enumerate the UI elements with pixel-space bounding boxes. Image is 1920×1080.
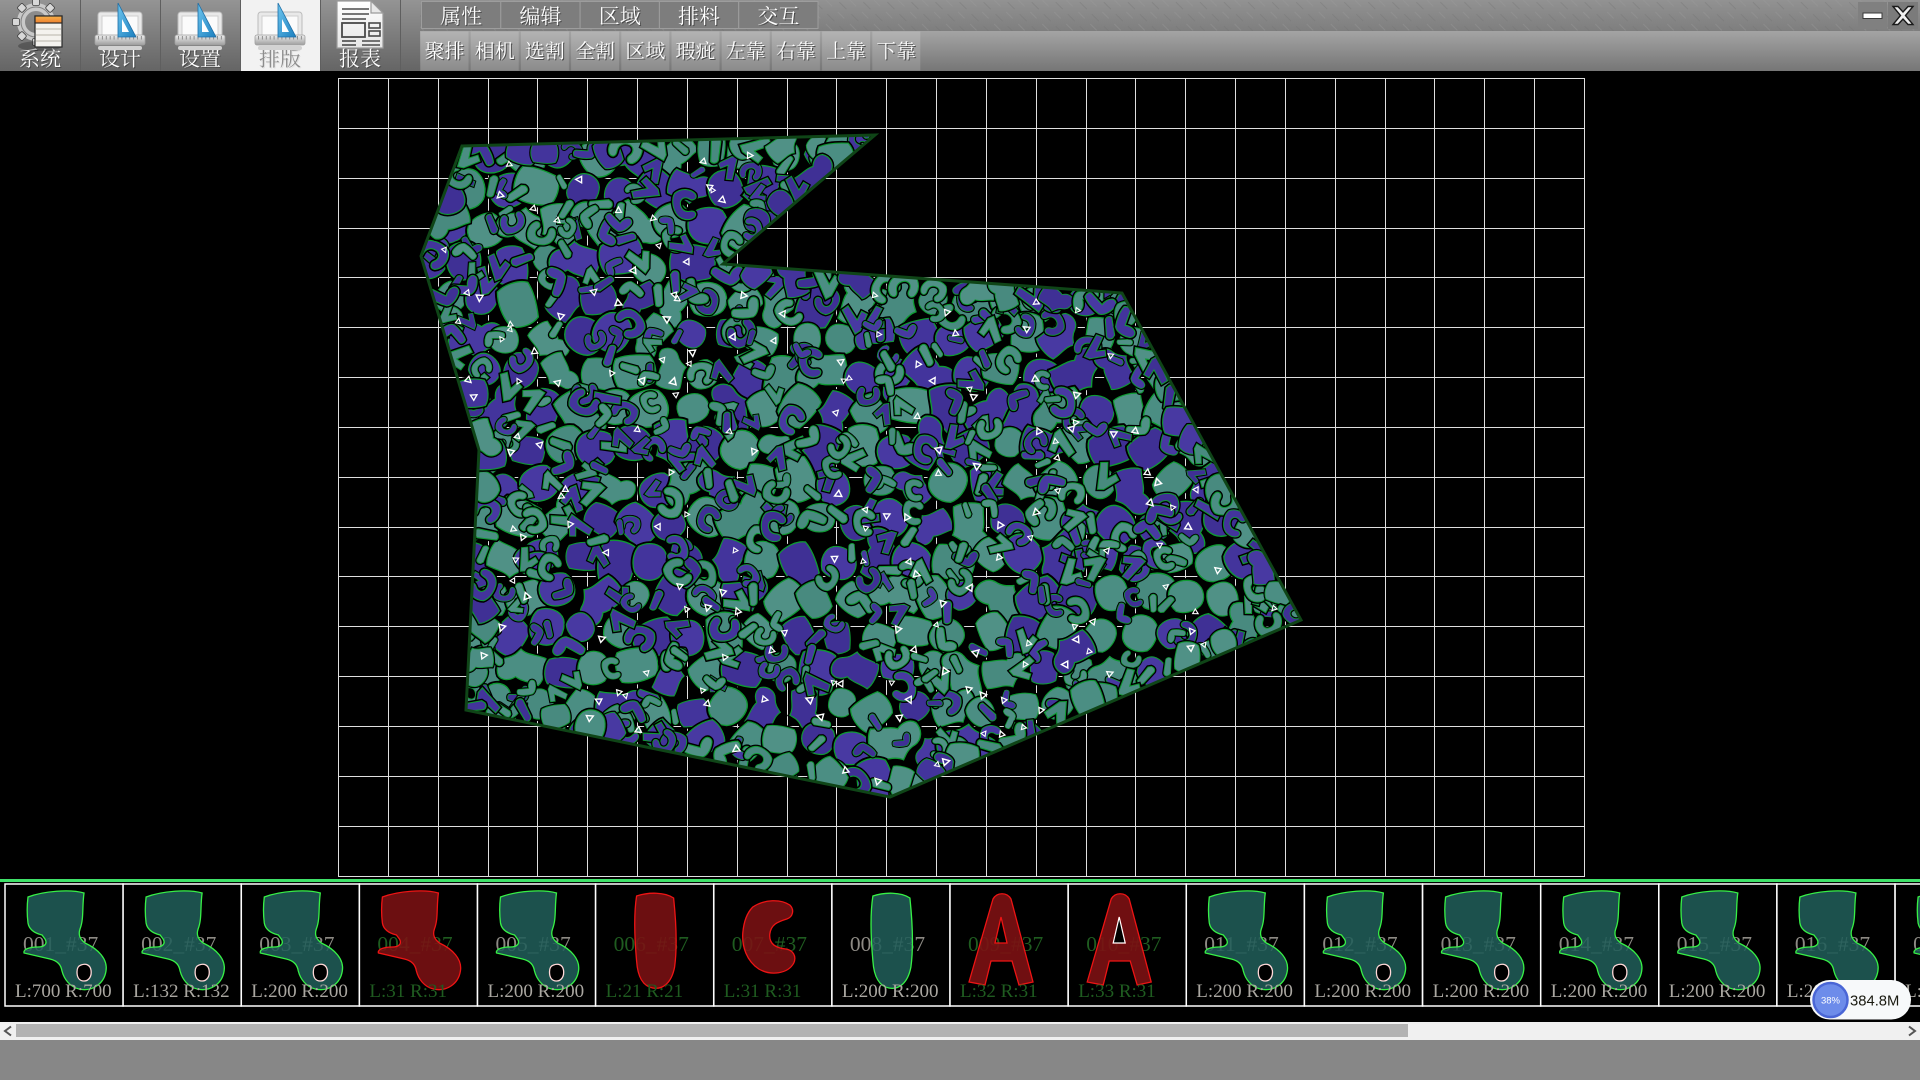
svg-text:L:31 R:31: L:31 R:31 [369,981,447,1002]
svg-text:L:700 R:700: L:700 R:700 [15,981,112,1002]
svg-text:L:33 R:31: L:33 R:31 [1078,981,1156,1002]
svg-text:L:200 R:200: L:200 R:200 [251,981,348,1002]
svg-text:L:200 R:200: L:200 R:200 [1669,981,1766,1002]
svg-text:L:200 R:200: L:200 R:200 [1196,981,1293,1002]
svg-text:L:200 R:200: L:200 R:200 [1551,981,1648,1002]
svg-text:L:32 R:31: L:32 R:31 [960,981,1038,1002]
svg-text:L:200 R:200: L:200 R:200 [1314,981,1411,1002]
svg-text:L:132 R:132: L:132 R:132 [133,981,230,1002]
svg-text:L:21 R:21: L:21 R:21 [606,981,684,1002]
svg-text:384.8M: 384.8M [1850,994,1899,1010]
svg-text:L:200 R:200: L:200 R:200 [842,981,939,1002]
svg-text:L:200 R:200: L:200 R:200 [488,981,585,1002]
svg-text:L:200 R:200: L:200 R:200 [1433,981,1530,1002]
svg-text:38%: 38% [1821,996,1841,1007]
svg-text:L:31 R:31: L:31 R:31 [724,981,802,1002]
